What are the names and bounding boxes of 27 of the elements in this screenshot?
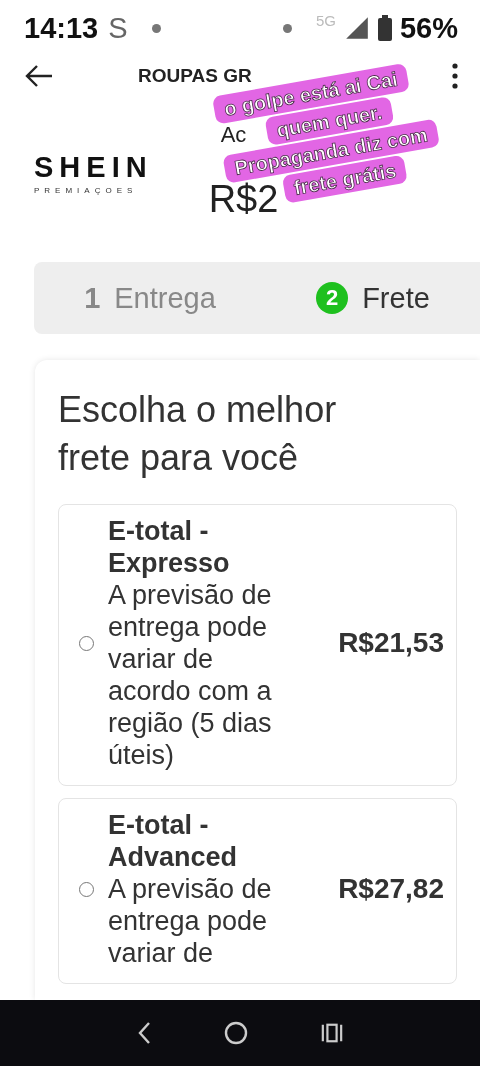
back-icon[interactable] xyxy=(136,1021,151,1045)
step: 2 Frete xyxy=(316,281,430,315)
home-icon[interactable] xyxy=(224,1021,248,1045)
option-price: R$21,53 xyxy=(338,627,444,659)
option-description: A previsão de entrega pode variar de acordo com a região (5 dias úteis) xyxy=(108,579,273,771)
brand-tagline: PREMIAÇOES xyxy=(34,186,138,195)
dot-icon xyxy=(151,23,161,33)
option-price: R$27,82 xyxy=(338,873,444,905)
back-icon[interactable] xyxy=(24,64,54,88)
option-title: E-total - Expresso xyxy=(108,515,231,579)
section-heading: Escolha o melhor frete para você xyxy=(58,388,338,480)
brand-logo: SHEIN xyxy=(34,151,153,184)
step: 1 Entrega xyxy=(84,281,216,315)
battery-percent: 56% xyxy=(399,11,458,45)
battery-icon xyxy=(377,15,392,41)
dot-icon xyxy=(282,23,292,33)
shipping-option[interactable]: E-total - Advanced A previsão de entrega pode variar de R$27,82 xyxy=(58,798,457,984)
signal-icon xyxy=(343,15,370,41)
recent-apps-icon[interactable] xyxy=(321,1022,344,1044)
network-label: 5G xyxy=(315,12,336,29)
option-title: E-total - Advanced xyxy=(108,809,239,873)
option-description: A previsão de entrega pode variar de xyxy=(108,873,273,969)
notification-icon: S xyxy=(108,11,128,45)
shipping-option[interactable]: E-total - Expresso A previsão de entrega pode variar de acordo com a região (5 dias úteis) R$21,53 xyxy=(58,504,457,786)
more-icon[interactable] xyxy=(452,63,458,89)
product-name: Ac xyxy=(220,122,247,147)
clock: 14:13 xyxy=(24,11,99,45)
